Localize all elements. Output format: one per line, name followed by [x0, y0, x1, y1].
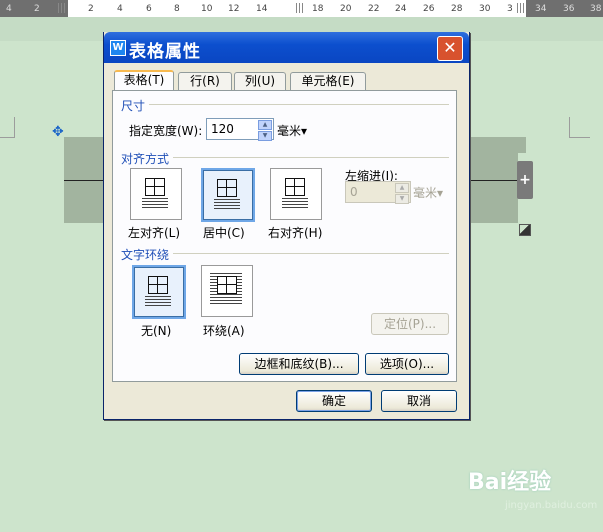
size-section-heading: 尺寸 [121, 99, 146, 113]
align-right-option[interactable] [270, 168, 322, 220]
ruler-tick: 4 [6, 4, 12, 14]
indent-spin-buttons[interactable]: ▲ ▼ [395, 183, 409, 204]
width-spinbox[interactable]: 120 ▲ ▼ [206, 118, 274, 141]
ruler-tick: 38 [590, 4, 602, 14]
ruler-tick: 4 [117, 4, 123, 14]
add-row-handle-icon[interactable]: + [517, 161, 533, 199]
alignment-section-heading: 对齐方式 [121, 152, 170, 166]
ruler-tick: 18 [312, 4, 324, 14]
horizontal-ruler[interactable]: 4 2 2 4 6 8 10 12 14 18 20 22 24 26 28 3… [0, 0, 603, 17]
wrap-none-label[interactable]: 无(N) [141, 322, 171, 339]
ruler-tick: 8 [174, 4, 180, 14]
table-cell-edge [518, 137, 526, 153]
spin-down-icon[interactable]: ▼ [258, 131, 272, 141]
dialog-title: 表格属性 [129, 42, 201, 62]
tab-column[interactable]: 列(U) [234, 72, 286, 90]
table-wrap-icon [217, 276, 237, 294]
page-corner-mark-right [569, 117, 590, 138]
position-button[interactable]: 定位(P)... [371, 313, 449, 335]
app-logo-icon: W [110, 40, 126, 56]
ruler-right-marker[interactable] [517, 3, 525, 13]
spin-up-icon[interactable]: ▲ [395, 183, 409, 193]
cancel-button[interactable]: 取消 [381, 390, 457, 412]
left-indent-spinbox[interactable]: 0 ▲ ▼ [345, 181, 411, 204]
left-indent-unit-select[interactable]: 毫米▾ [413, 184, 443, 201]
tab-table[interactable]: 表格(T) [114, 70, 174, 92]
table-left-icon [145, 178, 165, 196]
align-center-option[interactable] [201, 168, 255, 222]
ruler-tick: 10 [201, 4, 213, 14]
ruler-tick: 20 [340, 4, 352, 14]
width-label: 指定宽度(W): [129, 124, 203, 138]
section-divider [173, 253, 449, 254]
text-lines-icon [214, 199, 240, 209]
table-properties-dialog: W 表格属性 ✕ 表格(T) 行(R) 列(U) 单元格(E) 尺寸 指定宽度(… [103, 32, 470, 420]
wrap-around-option[interactable] [201, 265, 253, 317]
spin-up-icon[interactable]: ▲ [258, 120, 272, 130]
dialog-title-bar[interactable]: W 表格属性 ✕ [104, 32, 469, 63]
table-center-icon [217, 179, 237, 197]
ruler-tick: 2 [88, 4, 94, 14]
ruler-indent-marker[interactable] [58, 3, 66, 13]
table-no-wrap-icon [148, 276, 168, 294]
section-divider [173, 157, 449, 158]
tab-cell[interactable]: 单元格(E) [290, 72, 366, 90]
wrap-none-option[interactable] [132, 265, 186, 319]
table-gridline [468, 180, 518, 181]
ruler-tick: 36 [563, 4, 575, 14]
ruler-tick: 28 [451, 4, 463, 14]
baidu-jingyan-watermark: Bai经验 [468, 470, 552, 495]
page-corner-mark-left [0, 117, 15, 138]
section-divider [149, 104, 449, 105]
align-left-option[interactable] [130, 168, 182, 220]
ruler-tick: 30 [479, 4, 491, 14]
align-left-label[interactable]: 左对齐(L) [128, 224, 180, 241]
table-gridline [64, 180, 104, 181]
tab-panel-table: 尺寸 指定宽度(W): 120 ▲ ▼ 毫米▾ 对齐方式 左对齐(L) 居中(C)… [112, 90, 457, 382]
ruler-column-marker[interactable] [296, 3, 304, 13]
watermark-url: jingyan.baidu.com [505, 500, 598, 511]
options-button[interactable]: 选项(O)... [365, 353, 449, 375]
text-lines-icon [142, 198, 168, 208]
ruler-tick: 34 [535, 4, 547, 14]
text-lines-icon [282, 198, 308, 208]
wrap-section-heading: 文字环绕 [121, 248, 170, 262]
ruler-text-area-right [300, 0, 526, 17]
table-resize-handle-icon[interactable] [519, 224, 531, 236]
table-right-icon [285, 178, 305, 196]
ruler-tick: 24 [395, 4, 407, 14]
ruler-tick: 22 [368, 4, 380, 14]
spin-down-icon[interactable]: ▼ [395, 194, 409, 204]
ok-button[interactable]: 确定 [296, 390, 372, 412]
borders-shading-button[interactable]: 边框和底纹(B)... [239, 353, 359, 375]
width-spin-buttons[interactable]: ▲ ▼ [258, 120, 272, 141]
align-center-label[interactable]: 居中(C) [203, 224, 245, 241]
ruler-tick: 6 [146, 4, 152, 14]
ruler-tick: 14 [256, 4, 268, 14]
ruler-tick: 12 [228, 4, 240, 14]
width-value[interactable]: 120 [211, 122, 234, 136]
ruler-tick: 3 [507, 4, 513, 14]
ruler-tick: 2 [34, 4, 40, 14]
left-indent-value[interactable]: 0 [350, 185, 358, 199]
ruler-tick: 26 [423, 4, 435, 14]
tab-row[interactable]: 行(R) [178, 72, 232, 90]
wrap-around-label[interactable]: 环绕(A) [203, 322, 245, 339]
close-button[interactable]: ✕ [437, 36, 463, 61]
width-unit-select[interactable]: 毫米▾ [277, 122, 307, 139]
align-right-label[interactable]: 右对齐(H) [268, 224, 322, 241]
text-lines-icon [145, 296, 171, 306]
